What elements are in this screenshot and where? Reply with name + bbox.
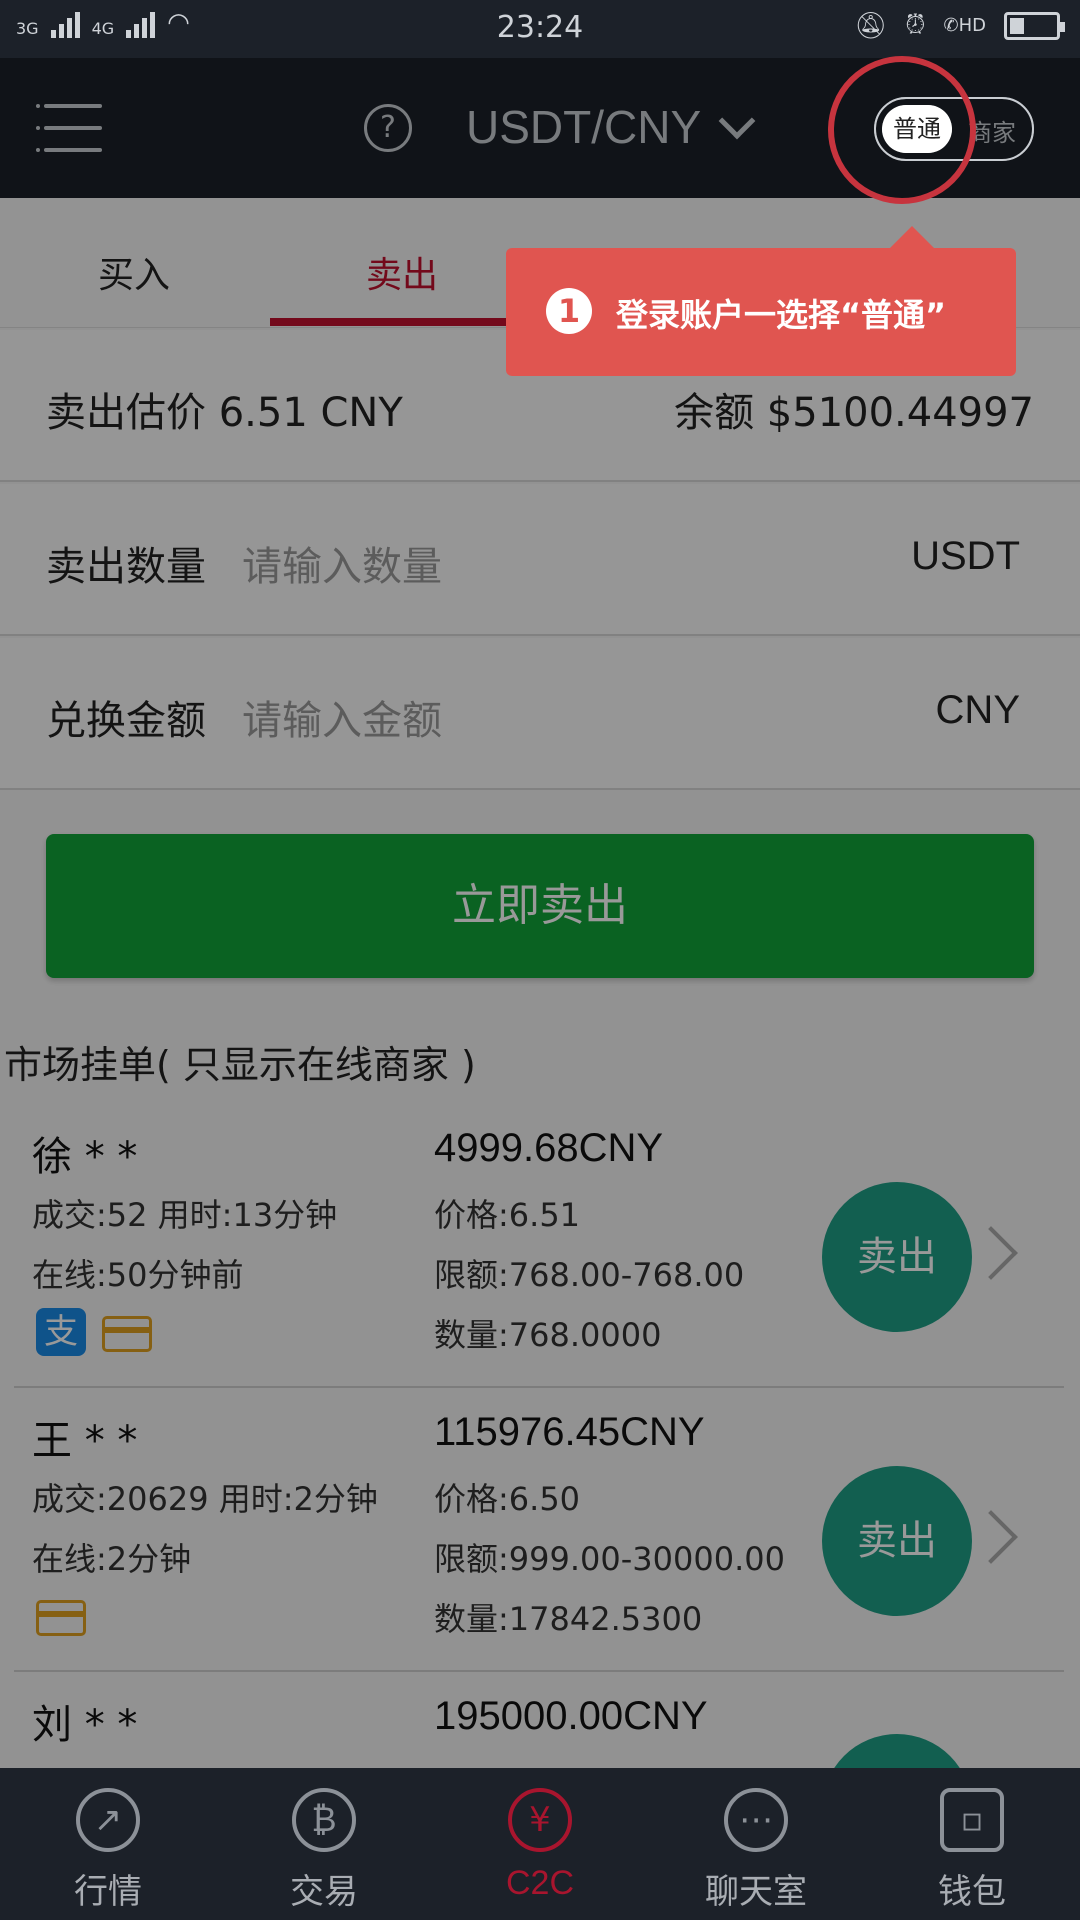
nav-trade-label: 交易 xyxy=(290,1872,358,1912)
highlight-ring xyxy=(828,56,976,204)
chat-icon: ⋯ xyxy=(724,1788,788,1852)
nav-c2c[interactable]: ¥ C2C xyxy=(432,1768,648,1920)
nav-chat[interactable]: ⋯ 聊天室 xyxy=(648,1768,864,1920)
nav-trade[interactable]: ₿ 交易 xyxy=(216,1768,432,1920)
alarm-icon: ⏰︎ xyxy=(905,10,926,40)
c2c-icon: ¥ xyxy=(508,1788,572,1852)
nav-chat-label: 聊天室 xyxy=(705,1872,807,1912)
nav-c2c-label: C2C xyxy=(505,1864,575,1902)
step-number: 1 xyxy=(546,288,592,334)
nav-market[interactable]: ↗ 行情 xyxy=(0,1768,216,1920)
nav-wallet-label: 钱包 xyxy=(938,1872,1006,1912)
bitcoin-icon: ₿ xyxy=(292,1788,356,1852)
nav-market-label: 行情 xyxy=(74,1872,142,1912)
bottom-nav: ↗ 行情 ₿ 交易 ¥ C2C ⋯ 聊天室 ▫ 钱包 xyxy=(0,1768,1080,1920)
guide-tooltip: 1 登录账户一选择“普通” xyxy=(506,226,1016,376)
chart-icon: ↗ xyxy=(76,1788,140,1852)
wallet-icon: ▫ xyxy=(940,1788,1004,1852)
battery-icon xyxy=(1004,11,1065,40)
bell-off-icon: 🔕︎ xyxy=(854,10,888,41)
tooltip-text: 登录账户一选择“普通” xyxy=(616,296,947,334)
nav-wallet[interactable]: ▫ 钱包 xyxy=(864,1768,1080,1920)
status-bar: 3G 4G ◠ 23:24 🔕︎ ⏰︎ ✆HD xyxy=(0,0,1080,58)
hd-call-icon: ✆HD xyxy=(943,15,987,36)
